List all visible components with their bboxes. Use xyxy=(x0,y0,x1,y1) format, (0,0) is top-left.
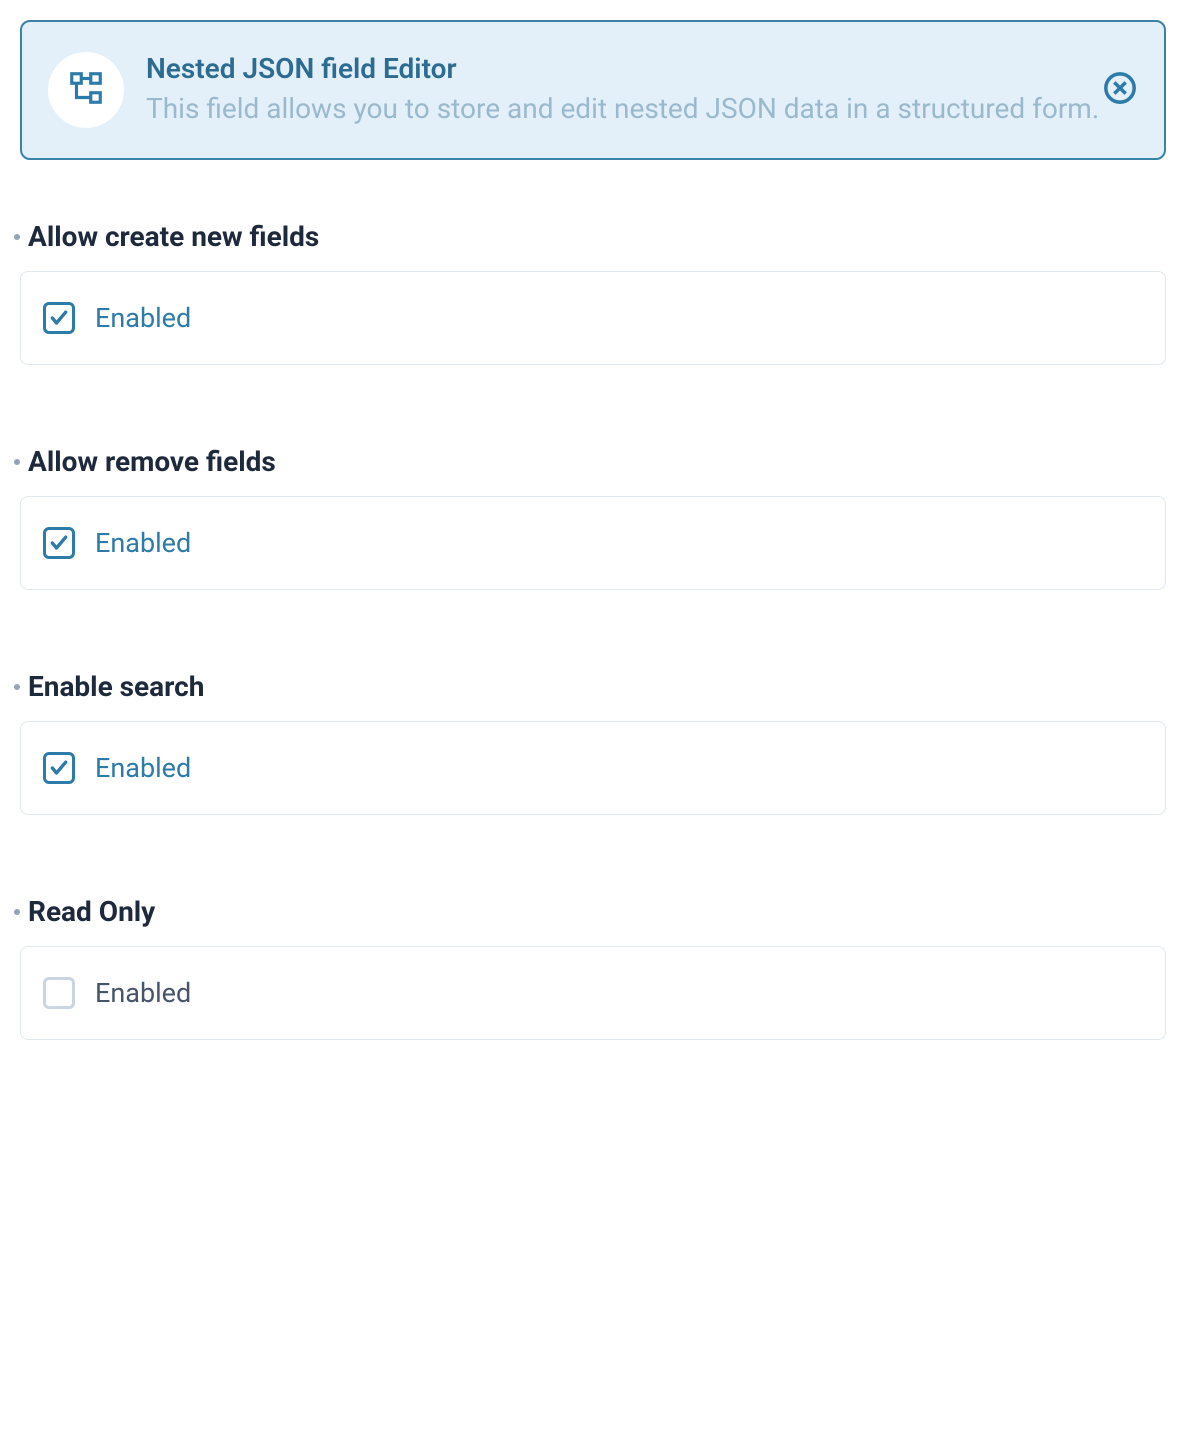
check-icon xyxy=(49,533,69,553)
bullet-icon xyxy=(14,684,20,690)
close-button[interactable] xyxy=(1102,72,1138,108)
field-label-row: Allow create new fields xyxy=(14,220,1166,253)
field-allow-remove-fields: Allow remove fields Enabled xyxy=(20,445,1166,590)
field-label-row: Enable search xyxy=(14,670,1166,703)
info-title: Nested JSON field Editor xyxy=(146,52,1134,85)
bullet-icon xyxy=(14,459,20,465)
bullet-icon xyxy=(14,909,20,915)
checkbox-label: Enabled xyxy=(95,752,191,784)
close-icon xyxy=(1103,71,1137,109)
info-icon-container xyxy=(48,52,124,128)
field-label: Allow remove fields xyxy=(28,445,276,478)
field-allow-create-new-fields: Allow create new fields Enabled xyxy=(20,220,1166,365)
checkbox-label: Enabled xyxy=(95,302,191,334)
field-label-row: Read Only xyxy=(14,895,1166,928)
checkbox-allow-create[interactable] xyxy=(43,302,75,334)
field-box: Enabled xyxy=(20,271,1166,365)
checkbox-read-only[interactable] xyxy=(43,977,75,1009)
field-enable-search: Enable search Enabled xyxy=(20,670,1166,815)
field-label-row: Allow remove fields xyxy=(14,445,1166,478)
info-description: This field allows you to store and edit … xyxy=(146,89,1134,128)
checkbox-label: Enabled xyxy=(95,977,191,1009)
field-label: Enable search xyxy=(28,670,204,703)
check-icon xyxy=(49,758,69,778)
field-label: Read Only xyxy=(28,895,155,928)
field-box: Enabled xyxy=(20,721,1166,815)
checkbox-enable-search[interactable] xyxy=(43,752,75,784)
tree-structure-icon xyxy=(67,69,105,111)
check-icon xyxy=(49,308,69,328)
info-banner: Nested JSON field Editor This field allo… xyxy=(20,20,1166,160)
field-read-only: Read Only Enabled xyxy=(20,895,1166,1040)
checkbox-allow-remove[interactable] xyxy=(43,527,75,559)
field-box: Enabled xyxy=(20,946,1166,1040)
field-box: Enabled xyxy=(20,496,1166,590)
bullet-icon xyxy=(14,234,20,240)
info-text: Nested JSON field Editor This field allo… xyxy=(146,52,1134,128)
checkbox-label: Enabled xyxy=(95,527,191,559)
field-label: Allow create new fields xyxy=(28,220,319,253)
